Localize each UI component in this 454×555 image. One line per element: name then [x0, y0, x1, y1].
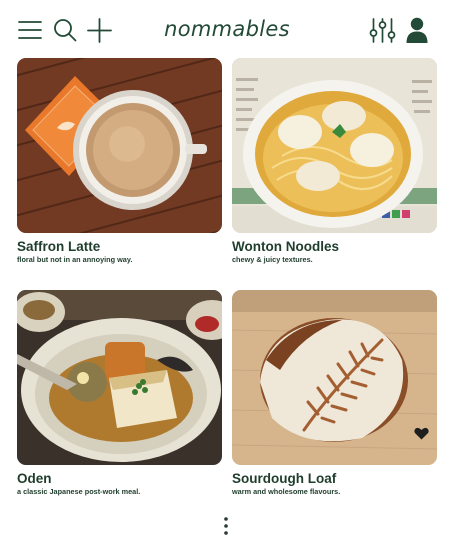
wonton-noodles-photo — [232, 58, 437, 233]
sourdough-loaf-photo — [232, 290, 437, 465]
food-card-saffron-latte[interactable]: Saffron Latte floral but not in an annoy… — [17, 58, 222, 264]
saffron-latte-photo — [17, 58, 222, 233]
card-title: Wonton Noodles — [232, 239, 339, 254]
oden-photo — [17, 290, 222, 465]
food-card-sourdough-loaf[interactable]: Sourdough Loaf warm and wholesome flavou… — [232, 290, 437, 496]
food-card-wonton-noodles[interactable]: Wonton Noodles chewy & juicy textures. — [232, 58, 437, 264]
card-subtitle: chewy & juicy textures. — [232, 255, 313, 264]
card-title: Oden — [17, 471, 52, 486]
card-subtitle: a classic Japanese post-work meal. — [17, 487, 141, 496]
card-title: Sourdough Loaf — [232, 471, 337, 486]
user-icon[interactable] — [406, 17, 428, 44]
card-subtitle: floral but not in an annoying way. — [17, 255, 133, 264]
sliders-icon[interactable] — [369, 17, 396, 44]
vertical-ellipsis-icon[interactable] — [222, 516, 230, 541]
food-card-oden[interactable]: Oden a classic Japanese post-work meal. — [17, 290, 222, 496]
card-title: Saffron Latte — [17, 239, 101, 254]
favorite-heart-icon[interactable] — [414, 427, 429, 440]
top-bar: nommables — [0, 0, 454, 58]
card-subtitle: warm and wholesome flavours. — [232, 487, 341, 496]
